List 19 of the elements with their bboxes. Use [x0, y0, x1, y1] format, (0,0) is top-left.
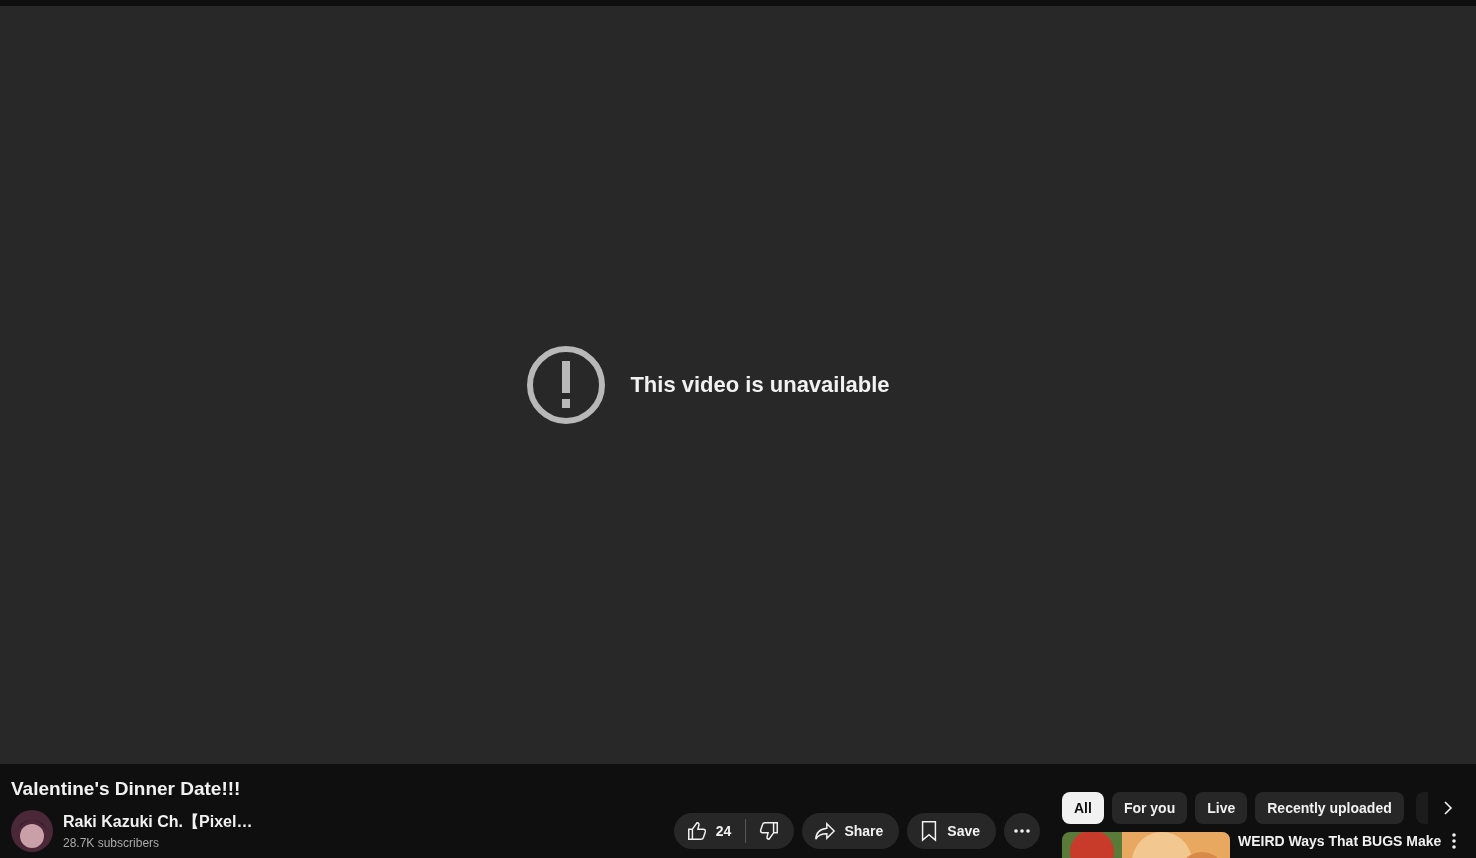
video-title: Valentine's Dinner Date!!! — [11, 778, 242, 800]
like-button[interactable]: 24 — [673, 813, 746, 849]
more-icon — [1014, 829, 1030, 833]
save-button[interactable]: Save — [907, 813, 996, 849]
thumbs-up-icon — [685, 820, 708, 842]
more-button[interactable] — [1004, 813, 1040, 849]
filter-chip[interactable]: All — [1062, 792, 1104, 824]
alert-icon — [526, 345, 607, 425]
channel-avatar[interactable] — [11, 810, 53, 852]
unavailable-message: This video is unavailable — [630, 372, 890, 398]
share-icon — [814, 820, 837, 842]
channel-name[interactable]: Raki Kazuki Ch.【Pixel… — [63, 812, 283, 833]
share-button[interactable]: Share — [802, 813, 900, 849]
subscriber-count: 28.7K subscribers — [63, 836, 161, 850]
chevron-right-icon — [1443, 800, 1453, 816]
filter-chip[interactable]: Live — [1195, 792, 1248, 824]
thumbs-down-icon — [758, 820, 781, 842]
filter-chip[interactable]: Recently uploaded — [1255, 792, 1404, 824]
filter-chip[interactable]: For you — [1111, 792, 1188, 824]
